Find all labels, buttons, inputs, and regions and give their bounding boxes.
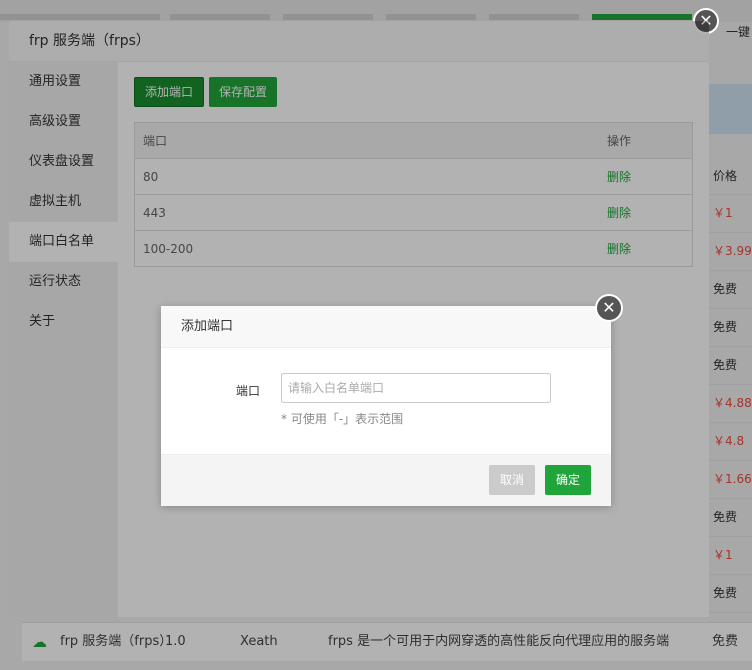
dialog-footer: 取消 确定	[161, 454, 611, 506]
confirm-button[interactable]: 确定	[545, 465, 592, 495]
port-input[interactable]	[281, 373, 551, 403]
port-field-label: 端口	[236, 384, 261, 398]
close-add-port-icon[interactable]: ✕	[595, 294, 623, 322]
add-port-dialog: 添加端口 端口 * 可使用「-」表示范围 取消 确定	[161, 306, 611, 506]
add-port-dialog-title: 添加端口	[161, 306, 611, 348]
port-range-hint: * 可使用「-」表示范围	[281, 412, 404, 426]
cancel-button[interactable]: 取消	[489, 465, 536, 495]
